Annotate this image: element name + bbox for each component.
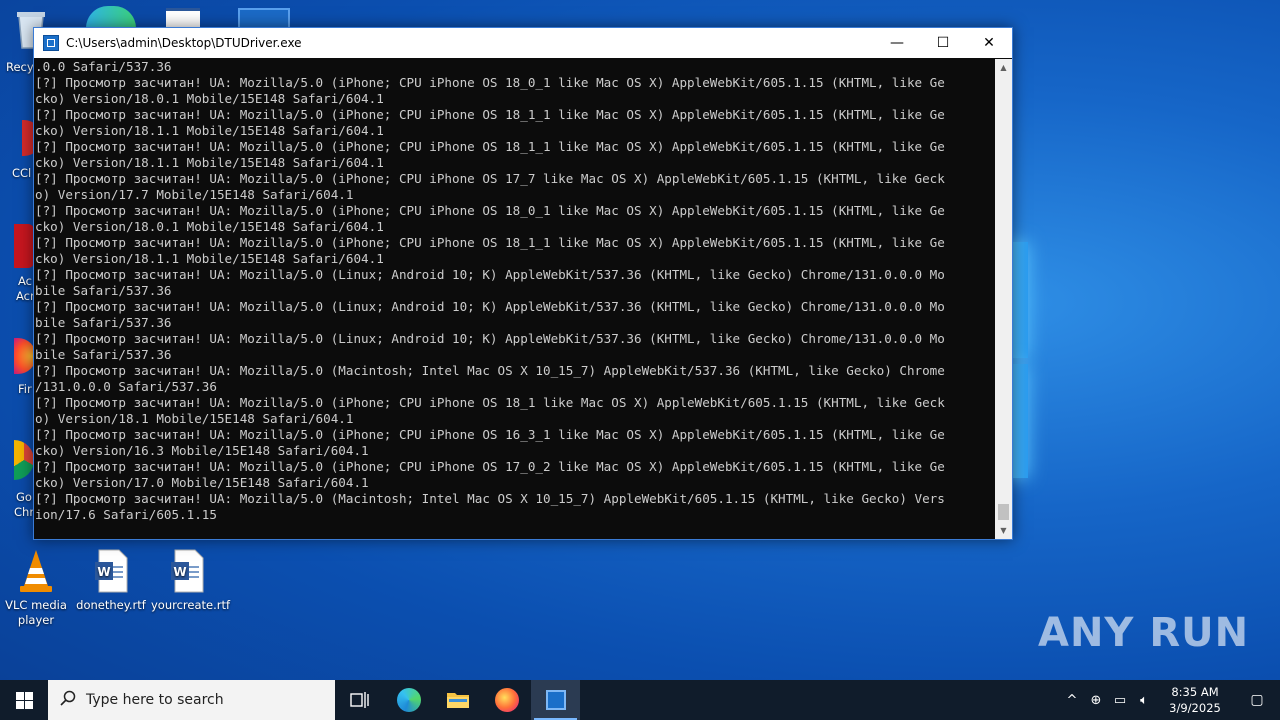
word-doc-icon: W <box>171 549 204 593</box>
taskbar-clock[interactable]: 8:35 AM 3/9/2025 <box>1156 684 1234 716</box>
taskbar-firefox[interactable] <box>482 680 531 720</box>
console-window[interactable]: C:\Users\admin\Desktop\DTUDriver.exe — ☐… <box>33 27 1013 540</box>
desktop-icon-label: VLC media player <box>5 598 67 627</box>
notification-icon[interactable]: ▢ <box>1234 692 1280 708</box>
console-line: cko) Version/16.3 Mobile/15E148 Safari/6… <box>35 443 369 458</box>
console-line: [?] Просмотр засчитан! UA: Mozilla/5.0 (… <box>35 75 945 90</box>
svg-text:W: W <box>173 565 186 579</box>
console-app-icon <box>43 35 59 51</box>
console-line: ion/17.6 Safari/605.1.15 <box>35 507 217 522</box>
scroll-down-arrow-icon[interactable]: ▼ <box>995 522 1012 539</box>
console-line: [?] Просмотр засчитан! UA: Mozilla/5.0 (… <box>35 139 945 154</box>
desktop-icon-donethey[interactable]: W donethey.rtf <box>75 548 147 613</box>
device-icon[interactable]: ⊕ <box>1084 693 1108 708</box>
console-line: cko) Version/18.1.1 Mobile/15E148 Safari… <box>35 155 384 170</box>
desktop-icon-yourcreate[interactable]: W yourcreate.rtf <box>151 548 231 613</box>
desktop-icon-label: Ac <box>18 274 32 288</box>
taskbar-dtudriver[interactable] <box>531 680 580 720</box>
console-app-icon <box>545 690 566 710</box>
taskbar-search-box[interactable]: Type here to search <box>48 680 335 720</box>
console-line: cko) Version/18.0.1 Mobile/15E148 Safari… <box>35 219 384 234</box>
clock-date: 3/9/2025 <box>1169 701 1221 715</box>
close-button[interactable]: ✕ <box>966 28 1012 58</box>
vertical-scrollbar[interactable]: ▲ ▼ <box>995 59 1012 539</box>
chevron-up-icon[interactable]: ^ <box>1060 693 1084 708</box>
console-line: [?] Просмотр засчитан! UA: Mozilla/5.0 (… <box>35 395 945 410</box>
minimize-button[interactable]: — <box>874 28 920 58</box>
taskbar-edge[interactable] <box>384 680 433 720</box>
firefox-icon <box>494 688 519 712</box>
desktop-icon-vlc[interactable]: VLC media player <box>0 548 72 628</box>
console-line: bile Safari/537.36 <box>35 283 172 298</box>
console-line: /131.0.0.0 Safari/537.36 <box>35 379 217 394</box>
console-titlebar[interactable]: C:\Users\admin\Desktop\DTUDriver.exe — ☐… <box>34 28 1012 58</box>
desktop-icon-label: Acr <box>16 289 35 303</box>
desktop-icon-edge[interactable] <box>86 6 136 28</box>
console-line: [?] Просмотр засчитан! UA: Mozilla/5.0 (… <box>35 171 945 186</box>
word-doc-icon: W <box>95 549 128 593</box>
console-line: [?] Просмотр засчитан! UA: Mozilla/5.0 (… <box>35 491 945 506</box>
desktop-icon-word[interactable] <box>166 8 204 31</box>
network-icon[interactable]: ▭ <box>1108 693 1132 708</box>
system-tray: ^ ⊕ ▭ 🔈︎ 8:35 AM 3/9/2025 ▢ <box>1060 680 1280 720</box>
svg-text:W: W <box>97 565 110 579</box>
desktop-icon-label: Fir <box>18 382 32 396</box>
anyrun-watermark: ANY RUN <box>1038 610 1249 656</box>
task-view-icon <box>349 692 369 708</box>
edge-icon <box>396 688 421 712</box>
desktop-icon-label: donethey.rtf <box>76 598 146 612</box>
windows-start-icon <box>15 691 33 709</box>
search-placeholder: Type here to search <box>86 692 224 708</box>
scrollbar-thumb[interactable] <box>998 504 1009 520</box>
clock-time: 8:35 AM <box>1171 685 1219 699</box>
console-line: cko) Version/18.1.1 Mobile/15E148 Safari… <box>35 251 384 266</box>
desktop-icon-label: CCl <box>12 166 32 180</box>
console-line: [?] Просмотр засчитан! UA: Mozilla/5.0 (… <box>35 267 945 282</box>
taskbar: Type here to search ^ ⊕ ▭ 🔈︎ 8:35 AM 3/9… <box>0 680 1280 720</box>
console-line: [?] Просмотр засчитан! UA: Mozilla/5.0 (… <box>35 427 945 442</box>
desktop-icon-label: Recy <box>6 60 34 74</box>
console-line: bile Safari/537.36 <box>35 315 172 330</box>
desktop-icon-app[interactable] <box>238 8 290 32</box>
console-text: .0.0 Safari/537.36 [?] Просмотр засчитан… <box>34 59 994 523</box>
console-line: [?] Просмотр засчитан! UA: Mozilla/5.0 (… <box>35 459 945 474</box>
console-line: [?] Просмотр засчитан! UA: Mozilla/5.0 (… <box>35 299 945 314</box>
console-line: cko) Version/17.0 Mobile/15E148 Safari/6… <box>35 475 369 490</box>
console-line: o) Version/18.1 Mobile/15E148 Safari/604… <box>35 411 354 426</box>
folder-icon <box>446 693 469 708</box>
watermark-text: ANY RUN <box>1038 610 1250 656</box>
scroll-up-arrow-icon[interactable]: ▲ <box>995 59 1012 76</box>
start-button[interactable] <box>0 680 48 720</box>
task-view-button[interactable] <box>335 680 384 720</box>
console-line: [?] Просмотр засчитан! UA: Mozilla/5.0 (… <box>35 107 945 122</box>
chrome-icon <box>14 440 34 480</box>
console-line: [?] Просмотр засчитан! UA: Mozilla/5.0 (… <box>35 203 945 218</box>
search-icon <box>60 690 76 710</box>
taskbar-file-explorer[interactable] <box>433 680 482 720</box>
console-line: bile Safari/537.36 <box>35 347 172 362</box>
console-line: [?] Просмотр засчитан! UA: Mozilla/5.0 (… <box>35 331 945 346</box>
edge-icon <box>86 6 136 28</box>
console-line: [?] Просмотр засчитан! UA: Mozilla/5.0 (… <box>35 235 945 250</box>
acrobat-icon <box>14 224 34 268</box>
desktop-icon-label: Go <box>16 490 32 504</box>
volume-icon[interactable]: 🔈︎ <box>1132 693 1156 708</box>
console-line: cko) Version/18.0.1 Mobile/15E148 Safari… <box>35 91 384 106</box>
console-line: [?] Просмотр засчитан! UA: Mozilla/5.0 (… <box>35 363 945 378</box>
console-line: o) Version/17.7 Mobile/15E148 Safari/604… <box>35 187 354 202</box>
desktop-icon-label: yourcreate.rtf <box>151 598 231 612</box>
console-output[interactable]: .0.0 Safari/537.36 [?] Просмотр засчитан… <box>34 59 994 539</box>
console-line: .0.0 Safari/537.36 <box>35 59 172 74</box>
console-line: cko) Version/18.1.1 Mobile/15E148 Safari… <box>35 123 384 138</box>
window-title: C:\Users\admin\Desktop\DTUDriver.exe <box>66 36 302 50</box>
maximize-button[interactable]: ☐ <box>920 28 966 58</box>
vlc-cone-icon <box>20 550 52 592</box>
